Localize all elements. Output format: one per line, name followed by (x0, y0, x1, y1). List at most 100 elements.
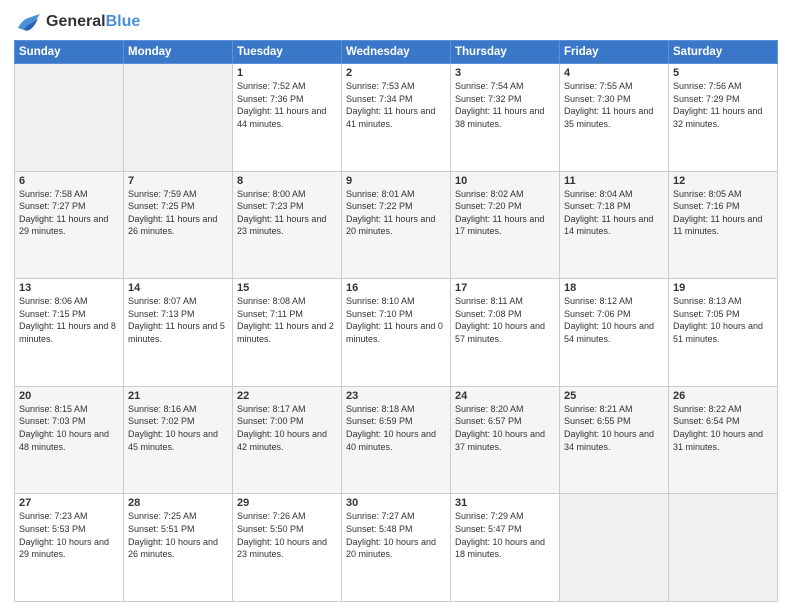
day-number: 12 (673, 175, 773, 187)
calendar-day-header: Wednesday (342, 41, 451, 64)
day-info: Sunrise: 8:00 AMSunset: 7:23 PMDaylight:… (237, 188, 337, 238)
day-info: Sunrise: 8:06 AMSunset: 7:15 PMDaylight:… (19, 295, 119, 345)
day-number: 24 (455, 390, 555, 402)
calendar-cell: 17Sunrise: 8:11 AMSunset: 7:08 PMDayligh… (451, 279, 560, 387)
day-number: 3 (455, 67, 555, 79)
calendar-day-header: Friday (560, 41, 669, 64)
calendar-week-row: 6Sunrise: 7:58 AMSunset: 7:27 PMDaylight… (15, 171, 778, 279)
logo-icon (14, 10, 42, 34)
calendar-cell: 1Sunrise: 7:52 AMSunset: 7:36 PMDaylight… (233, 64, 342, 172)
day-number: 11 (564, 175, 664, 187)
day-info: Sunrise: 7:59 AMSunset: 7:25 PMDaylight:… (128, 188, 228, 238)
day-info: Sunrise: 8:08 AMSunset: 7:11 PMDaylight:… (237, 295, 337, 345)
calendar-cell: 16Sunrise: 8:10 AMSunset: 7:10 PMDayligh… (342, 279, 451, 387)
day-info: Sunrise: 7:54 AMSunset: 7:32 PMDaylight:… (455, 80, 555, 130)
day-number: 21 (128, 390, 228, 402)
day-info: Sunrise: 8:21 AMSunset: 6:55 PMDaylight:… (564, 403, 664, 453)
calendar-cell: 29Sunrise: 7:26 AMSunset: 5:50 PMDayligh… (233, 494, 342, 602)
calendar-day-header: Sunday (15, 41, 124, 64)
calendar-cell: 3Sunrise: 7:54 AMSunset: 7:32 PMDaylight… (451, 64, 560, 172)
calendar-cell: 24Sunrise: 8:20 AMSunset: 6:57 PMDayligh… (451, 386, 560, 494)
calendar-table: SundayMondayTuesdayWednesdayThursdayFrid… (14, 40, 778, 602)
day-info: Sunrise: 7:23 AMSunset: 5:53 PMDaylight:… (19, 510, 119, 560)
calendar-cell: 9Sunrise: 8:01 AMSunset: 7:22 PMDaylight… (342, 171, 451, 279)
day-number: 25 (564, 390, 664, 402)
day-info: Sunrise: 8:02 AMSunset: 7:20 PMDaylight:… (455, 188, 555, 238)
day-info: Sunrise: 8:16 AMSunset: 7:02 PMDaylight:… (128, 403, 228, 453)
day-info: Sunrise: 8:10 AMSunset: 7:10 PMDaylight:… (346, 295, 446, 345)
day-info: Sunrise: 8:22 AMSunset: 6:54 PMDaylight:… (673, 403, 773, 453)
calendar-cell: 15Sunrise: 8:08 AMSunset: 7:11 PMDayligh… (233, 279, 342, 387)
day-number: 1 (237, 67, 337, 79)
day-number: 31 (455, 497, 555, 509)
calendar-cell: 6Sunrise: 7:58 AMSunset: 7:27 PMDaylight… (15, 171, 124, 279)
calendar-cell (669, 494, 778, 602)
day-info: Sunrise: 7:53 AMSunset: 7:34 PMDaylight:… (346, 80, 446, 130)
calendar-cell: 30Sunrise: 7:27 AMSunset: 5:48 PMDayligh… (342, 494, 451, 602)
day-number: 15 (237, 282, 337, 294)
day-number: 29 (237, 497, 337, 509)
calendar-cell: 18Sunrise: 8:12 AMSunset: 7:06 PMDayligh… (560, 279, 669, 387)
logo: GeneralBlue (14, 10, 140, 34)
day-info: Sunrise: 8:04 AMSunset: 7:18 PMDaylight:… (564, 188, 664, 238)
day-number: 10 (455, 175, 555, 187)
day-number: 30 (346, 497, 446, 509)
day-info: Sunrise: 8:05 AMSunset: 7:16 PMDaylight:… (673, 188, 773, 238)
calendar-cell: 27Sunrise: 7:23 AMSunset: 5:53 PMDayligh… (15, 494, 124, 602)
calendar-cell: 23Sunrise: 8:18 AMSunset: 6:59 PMDayligh… (342, 386, 451, 494)
day-info: Sunrise: 7:55 AMSunset: 7:30 PMDaylight:… (564, 80, 664, 130)
day-number: 27 (19, 497, 119, 509)
calendar-header-row: SundayMondayTuesdayWednesdayThursdayFrid… (15, 41, 778, 64)
day-number: 22 (237, 390, 337, 402)
calendar-cell: 10Sunrise: 8:02 AMSunset: 7:20 PMDayligh… (451, 171, 560, 279)
day-number: 8 (237, 175, 337, 187)
day-info: Sunrise: 8:20 AMSunset: 6:57 PMDaylight:… (455, 403, 555, 453)
calendar-cell: 13Sunrise: 8:06 AMSunset: 7:15 PMDayligh… (15, 279, 124, 387)
calendar-cell (560, 494, 669, 602)
day-number: 23 (346, 390, 446, 402)
day-info: Sunrise: 8:12 AMSunset: 7:06 PMDaylight:… (564, 295, 664, 345)
day-info: Sunrise: 7:56 AMSunset: 7:29 PMDaylight:… (673, 80, 773, 130)
day-number: 19 (673, 282, 773, 294)
calendar-cell: 19Sunrise: 8:13 AMSunset: 7:05 PMDayligh… (669, 279, 778, 387)
calendar-cell: 5Sunrise: 7:56 AMSunset: 7:29 PMDaylight… (669, 64, 778, 172)
day-number: 13 (19, 282, 119, 294)
day-info: Sunrise: 7:27 AMSunset: 5:48 PMDaylight:… (346, 510, 446, 560)
day-number: 14 (128, 282, 228, 294)
day-number: 7 (128, 175, 228, 187)
calendar-cell: 11Sunrise: 8:04 AMSunset: 7:18 PMDayligh… (560, 171, 669, 279)
page-header: GeneralBlue (14, 10, 778, 34)
day-number: 26 (673, 390, 773, 402)
day-number: 5 (673, 67, 773, 79)
calendar-cell: 21Sunrise: 8:16 AMSunset: 7:02 PMDayligh… (124, 386, 233, 494)
calendar-page: GeneralBlue SundayMondayTuesdayWednesday… (0, 0, 792, 612)
day-info: Sunrise: 8:11 AMSunset: 7:08 PMDaylight:… (455, 295, 555, 345)
calendar-cell: 26Sunrise: 8:22 AMSunset: 6:54 PMDayligh… (669, 386, 778, 494)
calendar-cell: 2Sunrise: 7:53 AMSunset: 7:34 PMDaylight… (342, 64, 451, 172)
day-number: 20 (19, 390, 119, 402)
day-number: 28 (128, 497, 228, 509)
calendar-cell: 25Sunrise: 8:21 AMSunset: 6:55 PMDayligh… (560, 386, 669, 494)
day-info: Sunrise: 7:25 AMSunset: 5:51 PMDaylight:… (128, 510, 228, 560)
day-number: 2 (346, 67, 446, 79)
day-info: Sunrise: 7:29 AMSunset: 5:47 PMDaylight:… (455, 510, 555, 560)
day-info: Sunrise: 7:26 AMSunset: 5:50 PMDaylight:… (237, 510, 337, 560)
calendar-cell: 14Sunrise: 8:07 AMSunset: 7:13 PMDayligh… (124, 279, 233, 387)
calendar-cell: 22Sunrise: 8:17 AMSunset: 7:00 PMDayligh… (233, 386, 342, 494)
calendar-day-header: Thursday (451, 41, 560, 64)
calendar-week-row: 13Sunrise: 8:06 AMSunset: 7:15 PMDayligh… (15, 279, 778, 387)
calendar-week-row: 1Sunrise: 7:52 AMSunset: 7:36 PMDaylight… (15, 64, 778, 172)
day-info: Sunrise: 8:07 AMSunset: 7:13 PMDaylight:… (128, 295, 228, 345)
calendar-cell: 20Sunrise: 8:15 AMSunset: 7:03 PMDayligh… (15, 386, 124, 494)
day-number: 6 (19, 175, 119, 187)
day-info: Sunrise: 8:15 AMSunset: 7:03 PMDaylight:… (19, 403, 119, 453)
logo-text: GeneralBlue (46, 12, 140, 31)
day-info: Sunrise: 8:18 AMSunset: 6:59 PMDaylight:… (346, 403, 446, 453)
day-number: 17 (455, 282, 555, 294)
calendar-cell: 8Sunrise: 8:00 AMSunset: 7:23 PMDaylight… (233, 171, 342, 279)
day-info: Sunrise: 8:17 AMSunset: 7:00 PMDaylight:… (237, 403, 337, 453)
day-info: Sunrise: 8:01 AMSunset: 7:22 PMDaylight:… (346, 188, 446, 238)
day-number: 16 (346, 282, 446, 294)
calendar-day-header: Tuesday (233, 41, 342, 64)
calendar-cell (124, 64, 233, 172)
